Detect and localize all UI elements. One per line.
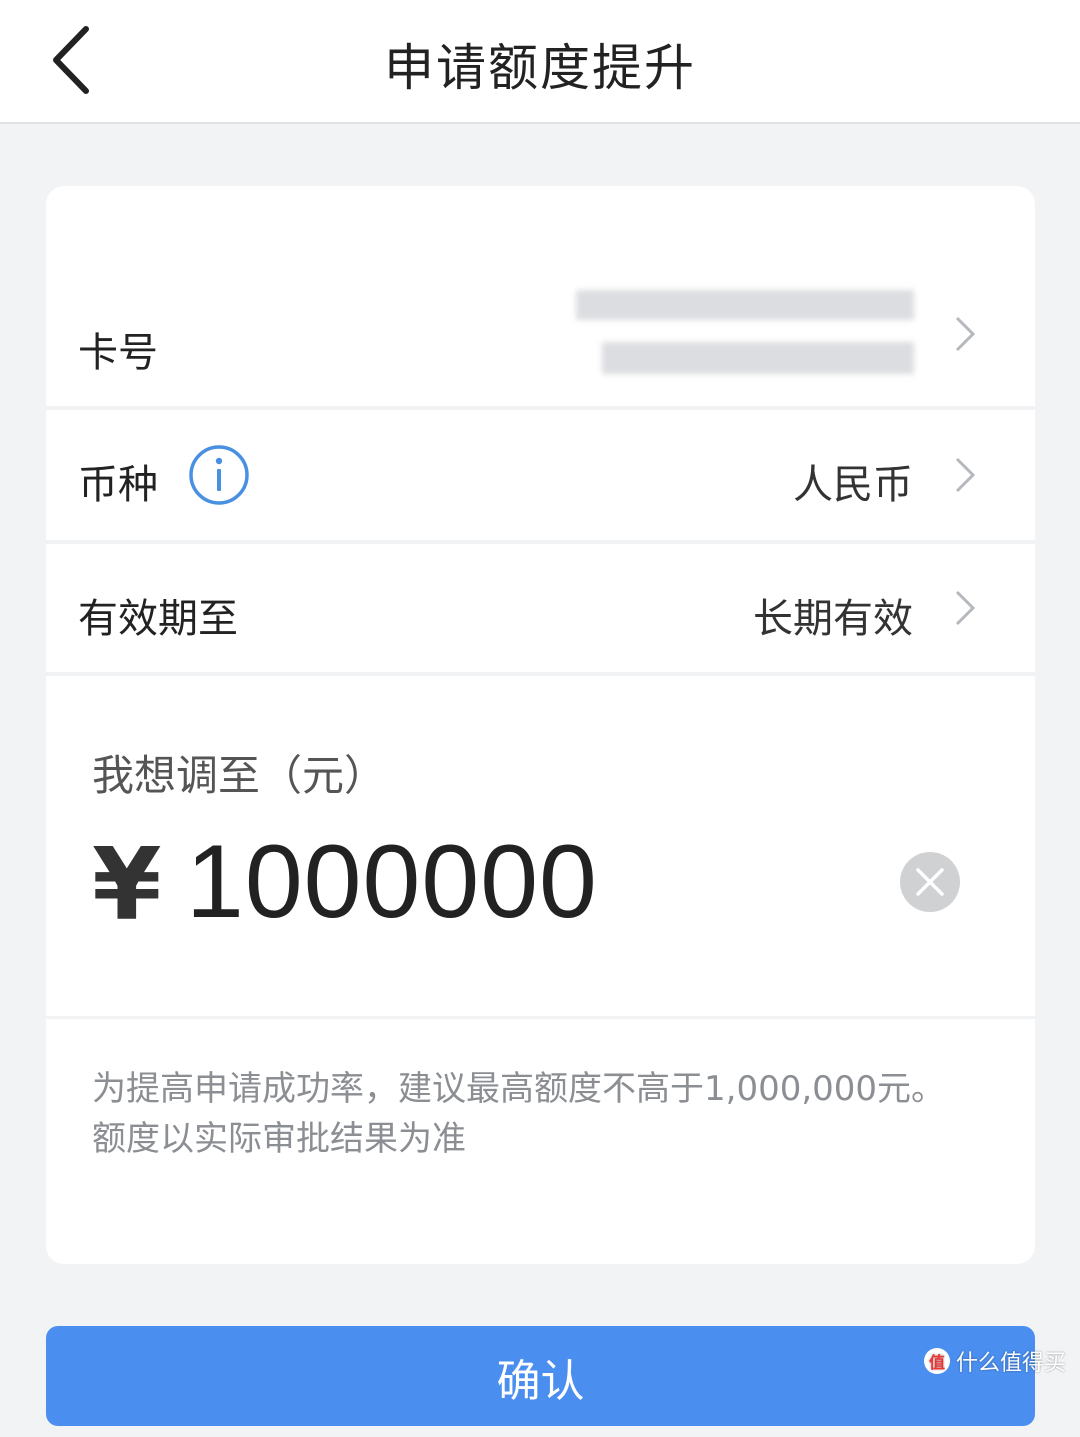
hint-line: 额度以实际审批结果为准 <box>92 1119 466 1159</box>
hint-text: 为提高申请成功率，建议最高额度不高于1,000,000元。 额度以实际审批结果为… <box>92 1064 992 1164</box>
watermark-text: 什么值得买 <box>955 1351 1066 1376</box>
currency-row[interactable]: 币种 人民币 <box>46 410 1035 540</box>
form-card: 卡号 币种 人民币 有效期至 长期有效 我想调至（元） ¥ 1000000 为提… <box>46 186 1035 1264</box>
watermark-badge: 值 <box>923 1348 950 1374</box>
clear-icon <box>916 868 944 896</box>
currency-label: 币种 <box>78 462 158 508</box>
page-title: 申请额度提升 <box>384 39 696 97</box>
validity-row[interactable]: 有效期至 长期有效 <box>46 544 1035 672</box>
chevron-right-icon <box>955 590 976 626</box>
validity-value: 长期有效 <box>753 596 913 642</box>
divider <box>46 1016 1035 1019</box>
currency-value: 人民币 <box>793 462 913 508</box>
currency-symbol: ¥ <box>92 826 162 943</box>
confirm-button[interactable]: 确认 <box>46 1326 1035 1426</box>
chevron-right-icon <box>955 457 976 493</box>
top-bar: 申请额度提升 <box>0 0 1080 124</box>
watermark: 值 什么值得买 <box>923 1344 1066 1378</box>
hint-line: 为提高申请成功率，建议最高额度不高于1,000,000元。 <box>92 1069 946 1109</box>
info-icon[interactable] <box>188 444 250 506</box>
amount-label: 我想调至（元） <box>92 751 387 800</box>
card-number-row[interactable]: 卡号 <box>46 256 1035 406</box>
clear-button[interactable] <box>900 852 960 912</box>
divider <box>46 672 1035 676</box>
chevron-right-icon <box>955 316 976 352</box>
validity-label: 有效期至 <box>78 596 238 642</box>
card-number-label: 卡号 <box>78 330 158 376</box>
amount-input[interactable] <box>186 812 786 952</box>
